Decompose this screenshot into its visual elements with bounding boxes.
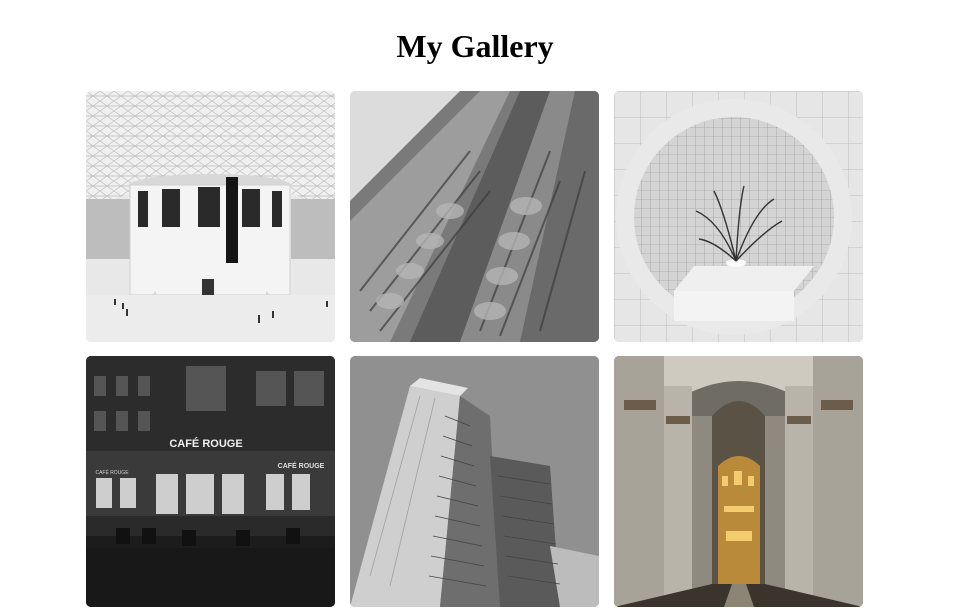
atrium-image: [86, 91, 335, 342]
gallery-photo-tower[interactable]: [350, 356, 599, 607]
gallery-photo-round-window[interactable]: [614, 91, 863, 342]
facade-image: [350, 91, 599, 342]
gallery-photo-cathedral[interactable]: [614, 356, 863, 607]
round-window-image: [614, 91, 863, 342]
cafe-image: CAFÉ ROUGE CAFÉ ROUGE CAFÉ ROUGE: [86, 356, 335, 607]
cafe-sign-main: CAFÉ ROUGE: [169, 437, 242, 450]
gallery-photo-atrium[interactable]: [86, 91, 335, 342]
gallery-grid: CAFÉ ROUGE CAFÉ ROUGE CAFÉ ROUGE: [86, 91, 864, 607]
gallery-photo-facade[interactable]: [350, 91, 599, 342]
cathedral-image: [614, 356, 863, 607]
cafe-sign-right: CAFÉ ROUGE: [278, 461, 325, 470]
tower-image: [350, 356, 599, 607]
gallery-photo-cafe[interactable]: CAFÉ ROUGE CAFÉ ROUGE CAFÉ ROUGE: [86, 356, 335, 607]
cafe-sign-left: CAFÉ ROUGE: [95, 469, 129, 476]
page-title: My Gallery: [396, 28, 554, 64]
